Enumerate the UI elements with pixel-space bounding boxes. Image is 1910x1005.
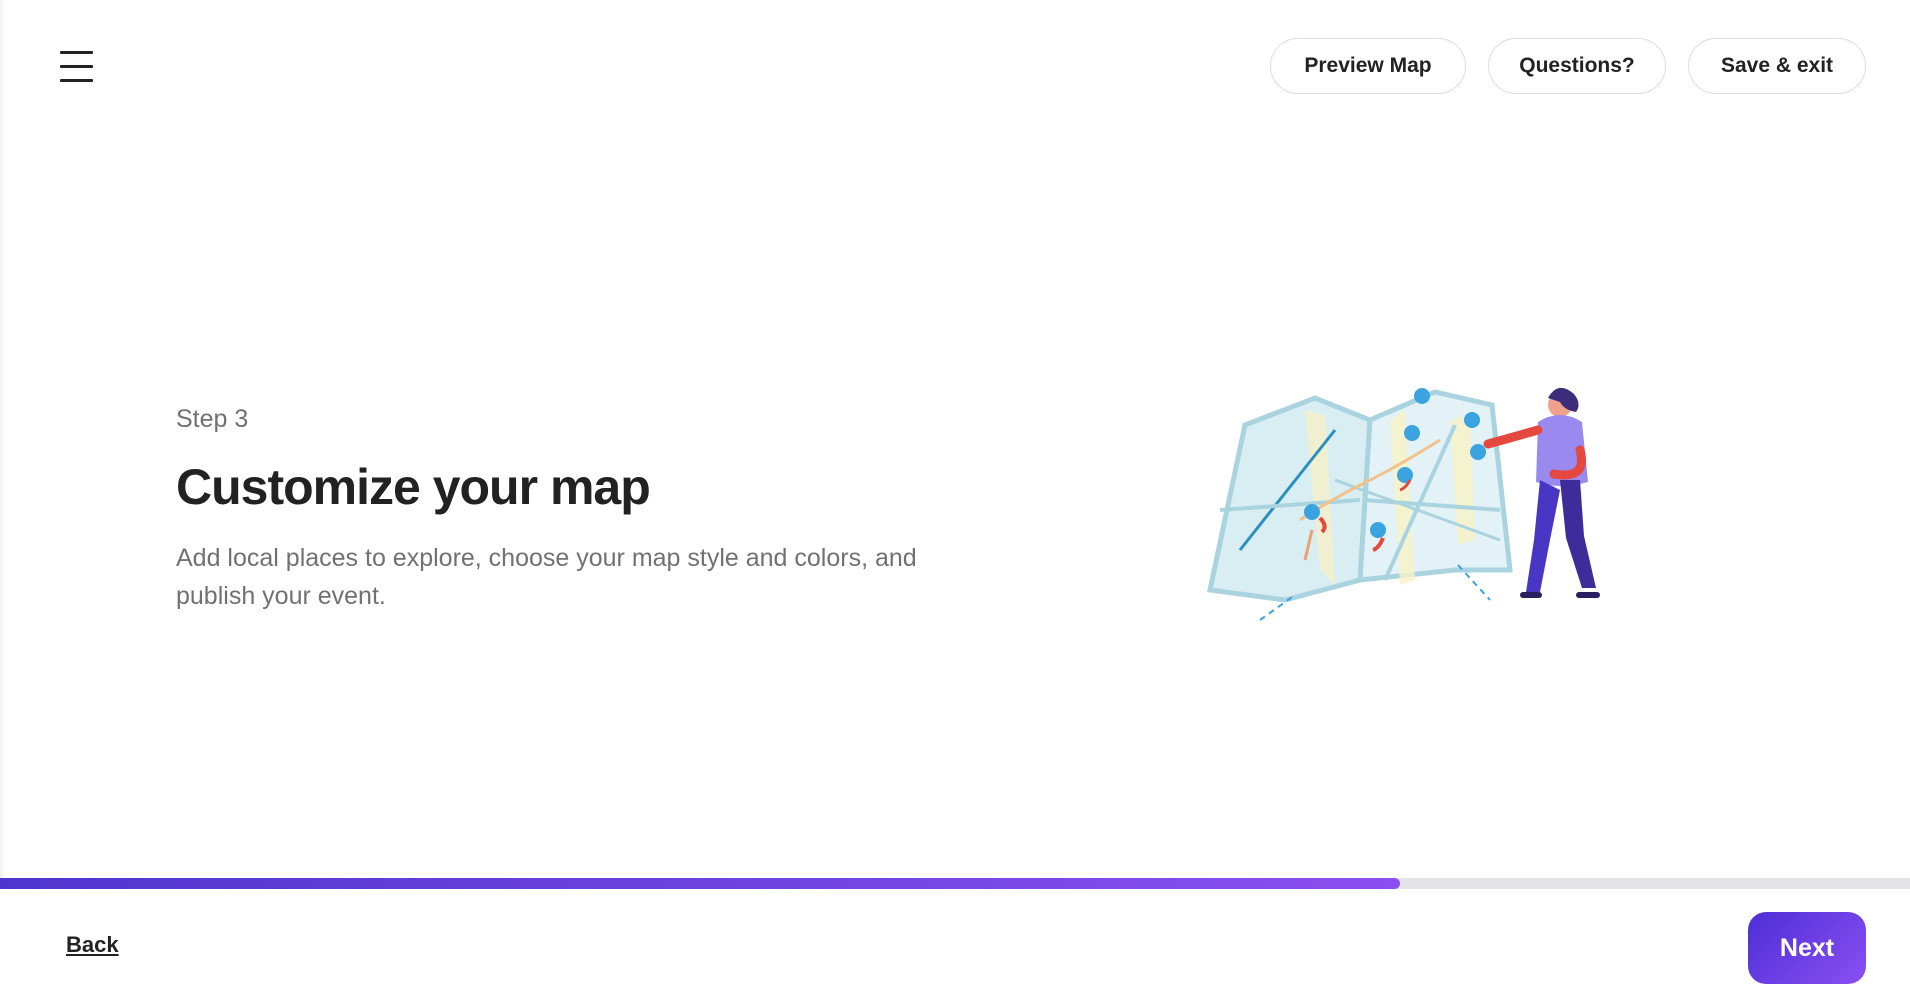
map-person-illustration bbox=[1206, 387, 1600, 621]
progress-track bbox=[0, 878, 1910, 889]
save-exit-button[interactable]: Save & exit bbox=[1688, 38, 1866, 94]
left-edge-shadow bbox=[0, 0, 6, 880]
progress-fill bbox=[0, 878, 1401, 889]
preview-map-button[interactable]: Preview Map bbox=[1270, 38, 1466, 94]
questions-button[interactable]: Questions? bbox=[1488, 38, 1666, 94]
back-link[interactable]: Back bbox=[66, 932, 119, 958]
menu-line bbox=[60, 78, 93, 82]
page-title: Customize your map bbox=[176, 459, 651, 515]
next-button[interactable]: Next bbox=[1748, 912, 1866, 984]
step-description: Add local places to explore, choose your… bbox=[176, 544, 917, 610]
hamburger-menu-icon[interactable] bbox=[52, 44, 102, 88]
step-label: Step 3 bbox=[176, 405, 249, 433]
step-content: Step 3 Customize your map Add local plac… bbox=[176, 403, 956, 615]
menu-line bbox=[60, 64, 93, 68]
menu-line bbox=[60, 50, 93, 54]
header-actions: Preview Map Questions? Save & exit bbox=[1270, 38, 1866, 94]
page: Preview Map Questions? Save & exit Step … bbox=[0, 0, 1910, 1005]
